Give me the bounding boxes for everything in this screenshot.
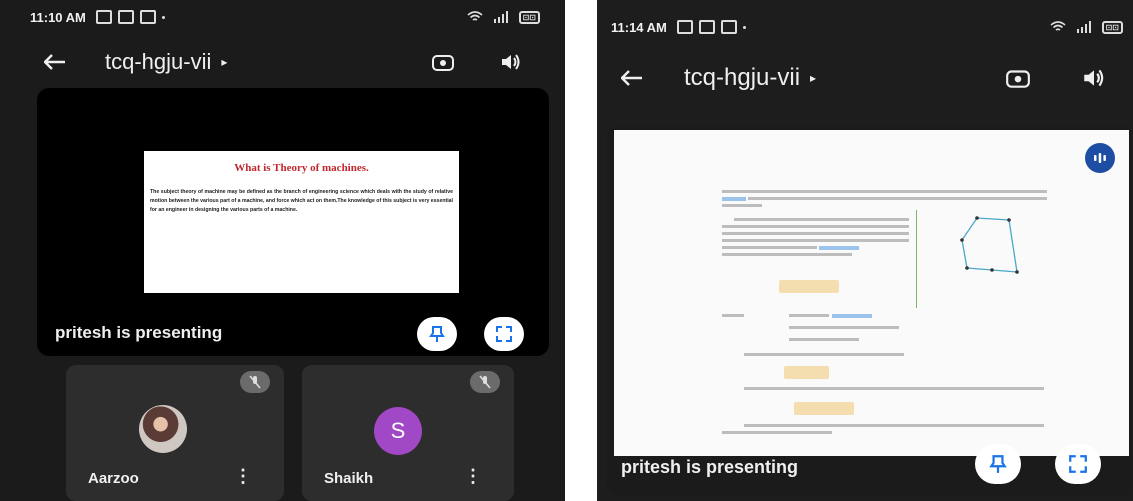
participant-name: Shaikh xyxy=(324,470,374,487)
fullscreen-icon xyxy=(1069,455,1087,473)
switch-camera-icon xyxy=(1006,70,1030,88)
shared-slide: What is Theory of machines. The subject … xyxy=(144,151,459,293)
speaker-button[interactable] xyxy=(497,48,525,76)
switch-camera-button[interactable] xyxy=(1004,64,1032,92)
status-bar: 11:14 AM ⊡⊡ xyxy=(597,10,1133,44)
pin-icon xyxy=(429,326,445,342)
mic-off-icon xyxy=(470,371,500,393)
avatar: S xyxy=(374,407,422,455)
more-options-icon[interactable]: ⋮ xyxy=(234,466,252,487)
pin-button[interactable] xyxy=(975,444,1021,484)
fullscreen-button[interactable] xyxy=(1055,444,1101,484)
slide-body: The subject theory of machine may be def… xyxy=(150,189,453,213)
signal-icon xyxy=(1076,21,1091,33)
status-right: ⊡⊡ xyxy=(1050,20,1123,34)
status-right: ⊡⊡ xyxy=(467,10,540,24)
mic-off-icon xyxy=(240,371,270,393)
presentation-stage: What is Theory of machines. The subject … xyxy=(37,88,549,356)
speaker-icon xyxy=(502,54,520,70)
battery-icon: ⊡⊡ xyxy=(518,10,540,24)
chevron-right-icon[interactable]: ▸ xyxy=(221,55,227,69)
audio-level-icon xyxy=(1085,143,1115,173)
left-phone-screen: 11:10 AM ⊡⊡ tcq-hgju-vii ▸ What is Theor… xyxy=(0,0,565,501)
presenting-label: pritesh is presenting xyxy=(55,323,223,342)
fullscreen-button[interactable] xyxy=(484,317,524,351)
speaker-button[interactable] xyxy=(1080,64,1108,92)
kinematic-chain-figure xyxy=(916,210,1027,308)
switch-camera-button[interactable] xyxy=(429,48,457,76)
signal-icon xyxy=(493,11,508,23)
wifi-icon xyxy=(1050,21,1066,31)
meeting-top-bar: tcq-hgju-vii ▸ xyxy=(0,42,565,82)
meeting-top-bar: tcq-hgju-vii ▸ xyxy=(597,58,1133,98)
slide-title: What is Theory of machines. xyxy=(234,162,369,174)
pin-icon xyxy=(989,455,1007,473)
shared-document-page xyxy=(614,130,1129,456)
notification-icons xyxy=(676,20,746,34)
arrow-back-icon xyxy=(44,54,65,70)
participant-name: Aarzoo xyxy=(88,470,139,487)
wifi-icon xyxy=(467,11,483,21)
participant-tile[interactable]: S Shaikh ⋮ xyxy=(302,365,514,501)
status-bar: 11:10 AM ⊡⊡ xyxy=(0,0,565,34)
pin-button[interactable] xyxy=(417,317,457,351)
arrow-back-icon xyxy=(621,70,642,86)
right-phone-screen: 11:14 AM ⊡⊡ tcq-hgju-vii ▸ pritesh is pr… xyxy=(597,0,1133,501)
switch-camera-icon xyxy=(432,55,454,71)
status-time: 11:14 AM xyxy=(611,19,667,35)
more-options-icon[interactable]: ⋮ xyxy=(464,466,482,487)
meeting-code[interactable]: tcq-hgju-vii xyxy=(684,64,800,92)
presentation-stage: pritesh is presenting xyxy=(607,126,1132,496)
fullscreen-icon xyxy=(496,326,512,342)
presenting-label: pritesh is presenting xyxy=(621,457,799,477)
chevron-right-icon[interactable]: ▸ xyxy=(810,71,816,85)
participant-tile[interactable]: Aarzoo ⋮ xyxy=(66,365,284,501)
speaker-icon xyxy=(1084,69,1104,87)
back-button[interactable] xyxy=(35,42,75,82)
avatar xyxy=(139,405,187,453)
meeting-code[interactable]: tcq-hgju-vii xyxy=(105,49,211,75)
notification-icons xyxy=(95,10,165,24)
status-time: 11:10 AM xyxy=(30,9,86,25)
battery-icon: ⊡⊡ xyxy=(1101,20,1123,34)
back-button[interactable] xyxy=(612,58,652,98)
